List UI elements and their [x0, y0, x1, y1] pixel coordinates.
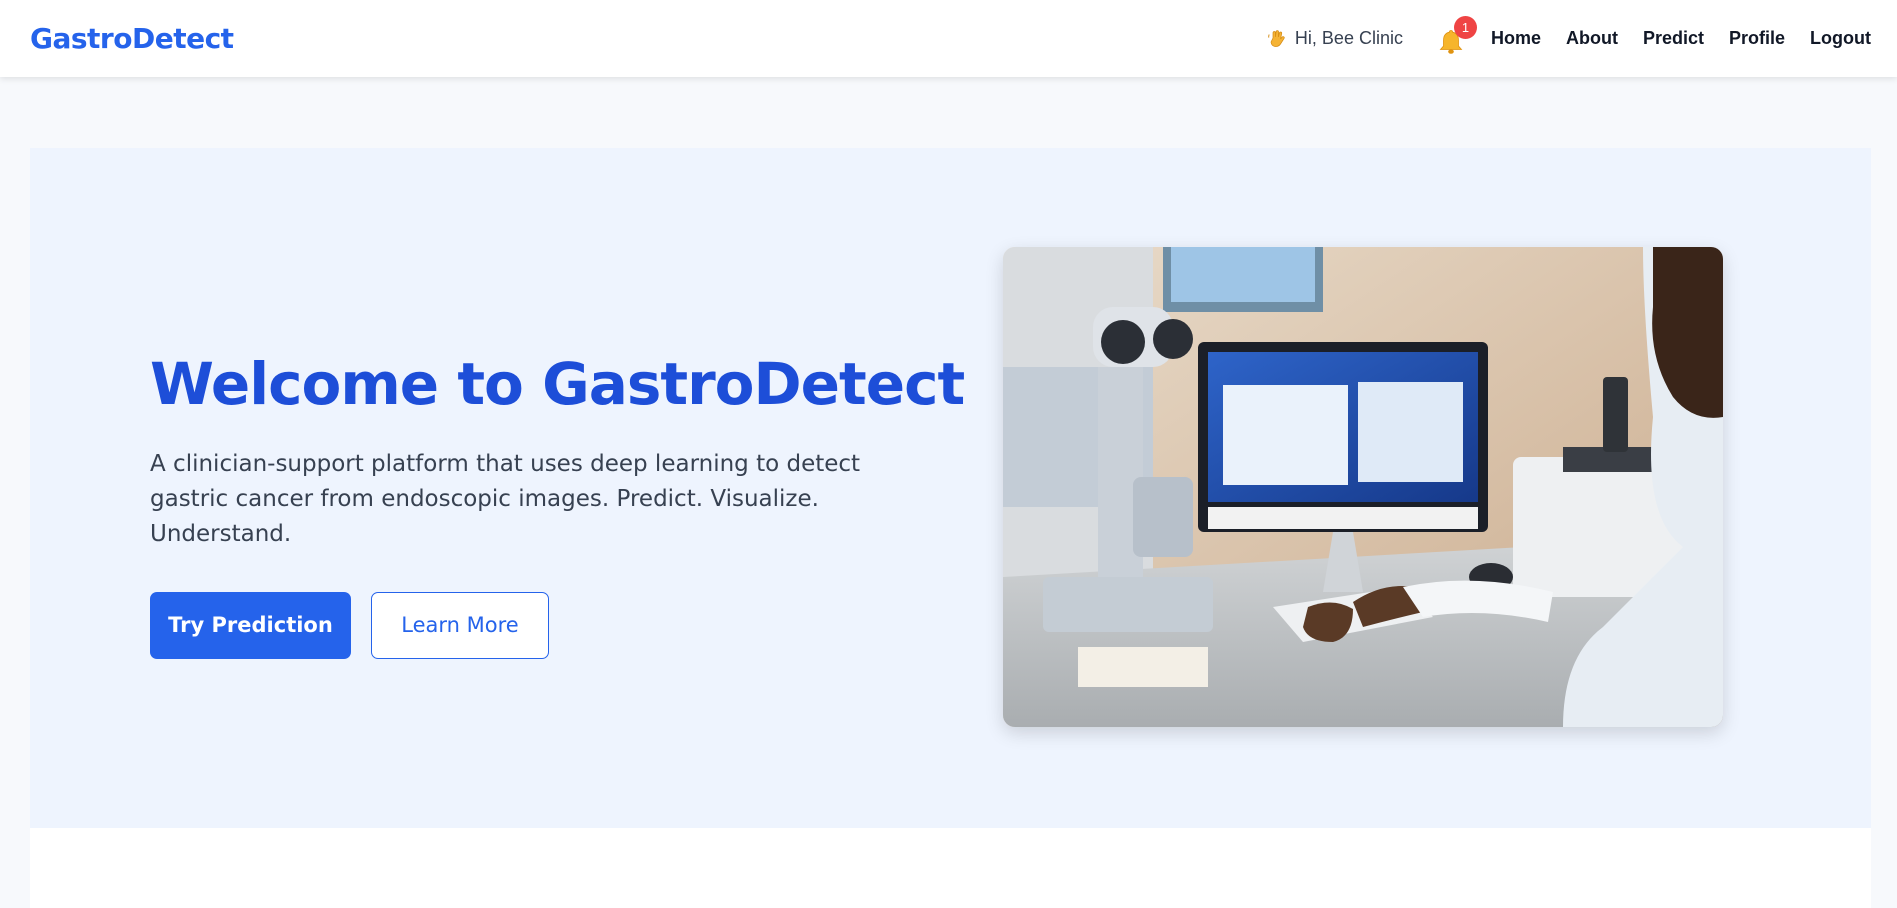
nav-logout-link[interactable]: Logout [1810, 28, 1871, 49]
nav-predict-link[interactable]: Predict [1643, 28, 1704, 49]
nav-home-link[interactable]: Home [1491, 28, 1541, 49]
hero-section: Welcome to GastroDetect A clinician-supp… [30, 148, 1871, 828]
notifications-button[interactable]: 1 [1437, 15, 1477, 54]
greeting-text: Hi, Bee Clinic [1294, 28, 1403, 48]
clinic-photo-illustration [1003, 247, 1723, 727]
hero-text-block: Welcome to GastroDetect A clinician-supp… [150, 350, 965, 659]
nav-right: Hi, Bee Clinic 1 Home About Predict Prof… [1267, 0, 1871, 77]
top-navbar: GastroDetect Hi, Bee Clinic 1 Home About… [0, 0, 1897, 77]
try-prediction-button[interactable]: Try Prediction [150, 591, 351, 659]
nav-profile-link[interactable]: Profile [1729, 28, 1785, 49]
learn-more-button[interactable]: Learn More [371, 591, 549, 659]
brand-logo[interactable]: GastroDetect [30, 22, 234, 55]
notification-badge: 1 [1453, 15, 1477, 39]
nav-about-link[interactable]: About [1566, 28, 1618, 49]
hero-clinic-photo [1003, 247, 1723, 727]
hero-subtitle: A clinician-support platform that uses d… [150, 450, 861, 547]
next-section-panel [30, 828, 1871, 908]
hero-title: Welcome to GastroDetect [150, 350, 965, 418]
waving-hand-icon [1268, 29, 1285, 47]
user-greeting: Hi, Bee Clinic [1267, 28, 1403, 49]
nav-links: Home About Predict Profile Logout [1491, 28, 1871, 49]
hero-buttons: Try Prediction Learn More [150, 591, 950, 659]
